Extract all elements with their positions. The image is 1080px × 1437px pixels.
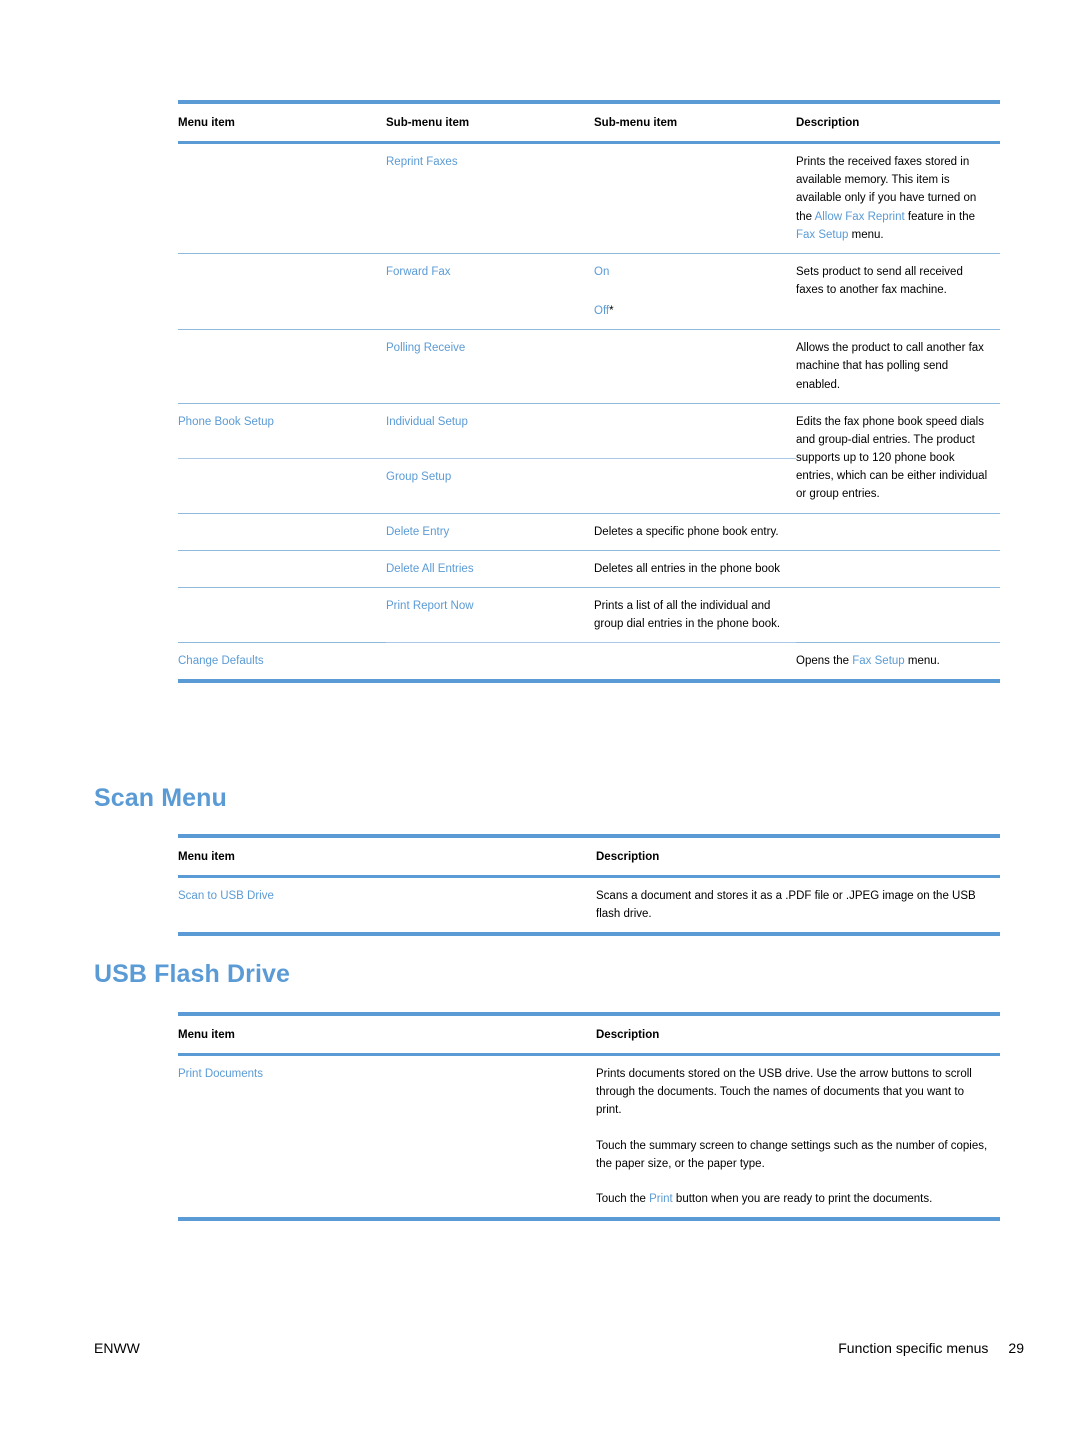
table-row: Phone Book Setup Individual Setup Edits … xyxy=(178,402,1000,513)
cell-description: Sets product to send all received faxes … xyxy=(796,252,1000,330)
cell-description-empty xyxy=(796,549,1000,588)
column-header-menu-item: Menu item xyxy=(178,1014,596,1057)
cell-sub-menu-item-group-setup[interactable]: Group Setup xyxy=(386,457,594,513)
table-header-row: Menu item Description xyxy=(178,1014,1000,1057)
footer-section-label: Function specific menus xyxy=(838,1340,989,1356)
cell-sub-menu-item-delete-entry[interactable]: Delete Entry xyxy=(386,512,594,551)
desc-text-part: Opens the xyxy=(796,655,853,668)
cell-description-empty xyxy=(796,512,1000,551)
cell-sub-menu-item-forward-fax[interactable]: Forward Fax xyxy=(386,252,594,330)
page-title-scan-menu: Scan Menu xyxy=(94,784,227,812)
column-header-description: Description xyxy=(596,1014,1000,1057)
cell-description: Deletes all entries in the phone book xyxy=(594,549,796,588)
table-header-row: Menu item Description xyxy=(178,836,1000,879)
cell-menu-item xyxy=(178,143,386,254)
cell-menu-item-scan-to-usb-drive[interactable]: Scan to USB Drive xyxy=(178,877,596,935)
document-page: Menu item Sub-menu item Sub-menu item De… xyxy=(0,0,1080,1437)
table-row: Delete All Entries Deletes all entries i… xyxy=(178,549,1000,588)
column-header-sub-menu-item-1: Sub-menu item xyxy=(386,102,594,145)
desc-paragraph-2: Touch the summary screen to change setti… xyxy=(596,1139,988,1170)
cell-description: Opens the Fax Setup menu. xyxy=(796,642,1000,682)
option-on[interactable]: On xyxy=(594,263,786,281)
cell-description: Edits the fax phone book speed dials and… xyxy=(796,402,1000,513)
cell-menu-item xyxy=(178,457,386,513)
table-row: Print Documents Prints documents stored … xyxy=(178,1055,1000,1220)
column-header-menu-item: Menu item xyxy=(178,836,596,879)
cell-menu-item-phone-book-setup[interactable]: Phone Book Setup xyxy=(178,402,386,459)
cell-description: Prints a list of all the individual and … xyxy=(594,586,796,643)
cell-sub-menu-item-2 xyxy=(594,329,796,404)
cell-menu-item xyxy=(178,586,386,643)
cell-sub-menu-item-delete-all-entries[interactable]: Delete All Entries xyxy=(386,549,594,588)
desc-text-part: menu. xyxy=(904,655,940,668)
cell-menu-item xyxy=(178,512,386,551)
fax-menu-table: Menu item Sub-menu item Sub-menu item De… xyxy=(178,100,1000,683)
desc-text-part: menu. xyxy=(848,228,884,241)
table-row: Reprint Faxes Prints the received faxes … xyxy=(178,143,1000,254)
cell-menu-item xyxy=(178,329,386,404)
fax-menu-table-container: Menu item Sub-menu item Sub-menu item De… xyxy=(178,100,1000,683)
option-off[interactable]: Off* xyxy=(594,302,786,320)
table-row: Polling Receive Allows the product to ca… xyxy=(178,329,1000,404)
scan-menu-table: Menu item Description Scan to USB Drive … xyxy=(178,834,1000,936)
cell-menu-item-print-documents[interactable]: Print Documents xyxy=(178,1055,596,1219)
usb-menu-table-container: Menu item Description Print Documents Pr… xyxy=(178,1012,1000,1221)
cell-menu-item-change-defaults[interactable]: Change Defaults xyxy=(178,642,386,682)
table-header-row: Menu item Sub-menu item Sub-menu item De… xyxy=(178,102,1000,145)
page-footer: ENWW Function specific menus 29 xyxy=(94,1340,1024,1356)
table-row: Forward Fax On Off* Sets product to send… xyxy=(178,252,1000,330)
desc-link-print[interactable]: Print xyxy=(649,1193,673,1205)
usb-menu-table: Menu item Description Print Documents Pr… xyxy=(178,1012,1000,1221)
column-header-description: Description xyxy=(796,102,1000,145)
cell-sub-menu-item-2 xyxy=(594,143,796,254)
table-row: Change Defaults Opens the Fax Setup menu… xyxy=(178,642,1000,682)
desc-paragraph-1: Prints documents stored on the USB drive… xyxy=(596,1068,972,1117)
cell-sub-menu-item-polling-receive[interactable]: Polling Receive xyxy=(386,329,594,404)
desc-text-part: Touch the xyxy=(596,1192,650,1205)
desc-link-fax-setup[interactable]: Fax Setup xyxy=(796,229,848,241)
default-asterisk: * xyxy=(609,305,614,318)
cell-menu-item xyxy=(178,549,386,588)
column-header-sub-menu-item-2: Sub-menu item xyxy=(594,102,796,145)
footer-right-group: Function specific menus 29 xyxy=(838,1340,1024,1356)
footer-language-code: ENWW xyxy=(94,1340,140,1356)
cell-sub-menu-item-individual-setup[interactable]: Individual Setup xyxy=(386,402,594,459)
footer-page-number: 29 xyxy=(1008,1340,1024,1356)
desc-text-part: feature in the xyxy=(904,210,976,223)
cell-description: Prints documents stored on the USB drive… xyxy=(596,1055,1000,1219)
cell-sub-menu-item-2 xyxy=(594,457,796,513)
cell-sub-menu-item-2 xyxy=(594,402,796,459)
desc-link-allow-fax-reprint[interactable]: Allow Fax Reprint xyxy=(815,211,905,223)
cell-sub-menu-item-reprint-faxes[interactable]: Reprint Faxes xyxy=(386,143,594,254)
cell-sub-menu-item-print-report-now[interactable]: Print Report Now xyxy=(386,586,594,643)
cell-description-empty xyxy=(796,586,1000,643)
column-header-menu-item: Menu item xyxy=(178,102,386,145)
cell-description: Prints the received faxes stored in avai… xyxy=(796,143,1000,254)
cell-menu-item xyxy=(178,252,386,330)
cell-sub-menu-item-2 xyxy=(594,642,796,682)
cell-sub-menu-item-2: On Off* xyxy=(594,252,796,330)
cell-description: Scans a document and stores it as a .PDF… xyxy=(596,890,976,921)
table-row: Scan to USB Drive Scans a document and s… xyxy=(178,877,1000,935)
column-header-description: Description xyxy=(596,836,1000,879)
cell-sub-menu-item-1 xyxy=(386,642,594,682)
desc-link-fax-setup[interactable]: Fax Setup xyxy=(852,655,904,667)
cell-description: Deletes a specific phone book entry. xyxy=(594,512,796,551)
desc-paragraph-3: Touch the Print button when you are read… xyxy=(596,1190,990,1208)
cell-description: Allows the product to call another fax m… xyxy=(796,329,1000,404)
desc-text-part: button when you are ready to print the d… xyxy=(672,1192,933,1205)
page-title-usb-flash-drive: USB Flash Drive xyxy=(94,960,291,988)
table-row: Delete Entry Deletes a specific phone bo… xyxy=(178,512,1000,551)
table-row: Print Report Now Prints a list of all th… xyxy=(178,586,1000,643)
option-off-label: Off xyxy=(594,305,610,318)
scan-menu-table-container: Menu item Description Scan to USB Drive … xyxy=(178,834,1000,936)
